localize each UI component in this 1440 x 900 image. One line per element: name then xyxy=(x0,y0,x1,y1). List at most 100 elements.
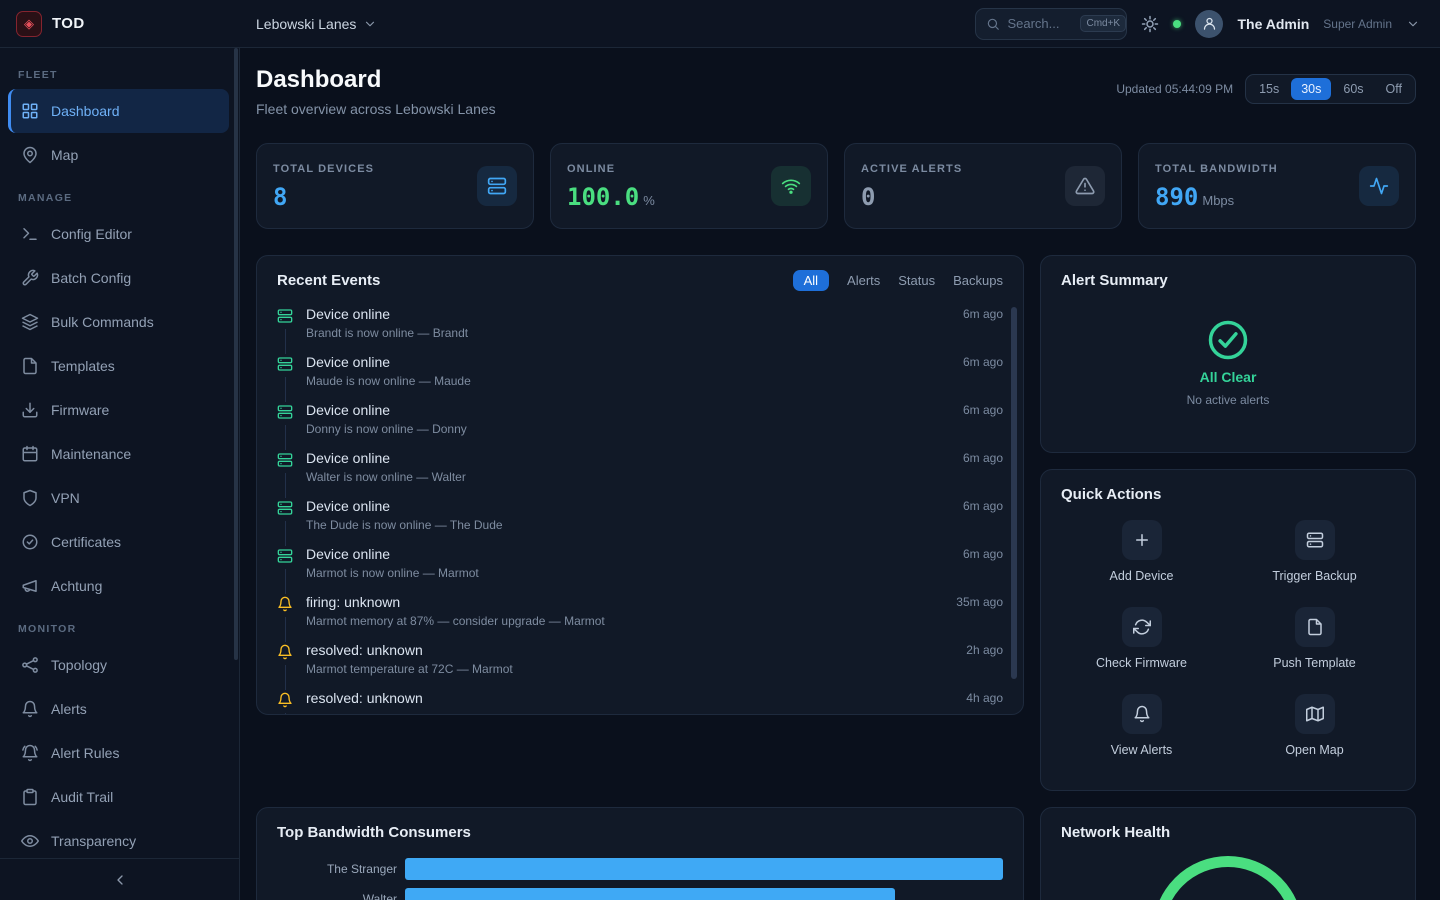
tab-alerts[interactable]: Alerts xyxy=(847,273,880,288)
sidebar-item-dashboard[interactable]: Dashboard xyxy=(8,89,229,133)
refresh-option-30s[interactable]: 30s xyxy=(1291,78,1331,100)
sidebar-item-audit-trail[interactable]: Audit Trail xyxy=(8,775,229,819)
event-title: Device online xyxy=(306,402,950,418)
quick-action-check-firmware[interactable]: Check Firmware xyxy=(1061,603,1222,674)
sidebar-item-transparency[interactable]: Transparency xyxy=(8,819,229,858)
user-name: The Admin xyxy=(1237,16,1309,32)
sidebar-item-templates[interactable]: Templates xyxy=(8,344,229,388)
tab-backups[interactable]: Backups xyxy=(953,273,1003,288)
clipboard-icon xyxy=(21,788,39,806)
sidebar-item-achtung[interactable]: Achtung xyxy=(8,564,229,608)
stat-card-total-bandwidth: TOTAL BANDWIDTH 890Mbps xyxy=(1138,143,1416,229)
search-box[interactable]: Cmd+K xyxy=(975,8,1127,40)
alert-status-detail: No active alerts xyxy=(1187,393,1270,407)
user-role: Super Admin xyxy=(1323,17,1392,31)
quick-actions-card: Quick Actions Add Device Trigger Backup … xyxy=(1040,469,1416,791)
alert-status-text: All Clear xyxy=(1200,369,1257,385)
topbar-right: Cmd+K The Admin Super Admin xyxy=(975,8,1440,40)
map-icon xyxy=(1295,694,1335,734)
org-selector[interactable]: Lebowski Lanes xyxy=(256,16,377,32)
stat-label: ONLINE xyxy=(567,163,655,175)
server-icon xyxy=(277,308,293,324)
bandwidth-bar xyxy=(405,858,1003,880)
refresh-option-15s[interactable]: 15s xyxy=(1249,78,1289,100)
bell-icon xyxy=(277,692,293,708)
events-scrollbar[interactable] xyxy=(1011,307,1017,679)
sidebar-collapse-button[interactable] xyxy=(0,858,239,900)
plus-icon xyxy=(1122,520,1162,560)
sidebar-section-monitor: Monitor Topology Alerts Alert Rules xyxy=(8,608,229,858)
sidebar-item-bulk-commands[interactable]: Bulk Commands xyxy=(8,300,229,344)
quick-action-open-map[interactable]: Open Map xyxy=(1234,690,1395,761)
stat-card-active-alerts: ACTIVE ALERTS 0 xyxy=(844,143,1122,229)
sidebar-item-alerts[interactable]: Alerts xyxy=(8,687,229,731)
sidebar-item-label: Transparency xyxy=(51,833,136,849)
file-icon xyxy=(21,357,39,375)
event-title: resolved: unknown xyxy=(306,690,953,706)
bell-icon xyxy=(1122,694,1162,734)
section-label-fleet: Fleet xyxy=(8,64,229,89)
sidebar-item-label: Templates xyxy=(51,358,115,374)
tab-all[interactable]: All xyxy=(793,270,829,291)
stat-label: TOTAL BANDWIDTH xyxy=(1155,163,1278,175)
main-content: Dashboard Fleet overview across Lebowski… xyxy=(240,48,1440,900)
bandwidth-row: The Stranger xyxy=(277,858,1003,880)
recent-events-title: Recent Events xyxy=(277,272,380,289)
event-row[interactable]: Device onlineThe Dude is now online — Th… xyxy=(277,497,1003,545)
user-menu-chevron-icon[interactable] xyxy=(1406,17,1420,31)
event-row[interactable]: Device onlineMarmot is now online — Marm… xyxy=(277,545,1003,593)
event-row[interactable]: resolved: unknown 4h ago xyxy=(277,689,1003,714)
refresh-interval-segmented-control: 15s 30s 60s Off xyxy=(1245,74,1416,104)
chevron-down-icon xyxy=(363,17,377,31)
quick-action-view-alerts[interactable]: View Alerts xyxy=(1061,690,1222,761)
sidebar-section-fleet: Fleet Dashboard Map xyxy=(8,64,229,177)
bandwidth-bar xyxy=(405,888,895,900)
quick-action-trigger-backup[interactable]: Trigger Backup xyxy=(1234,516,1395,587)
avatar[interactable] xyxy=(1195,10,1223,38)
theme-toggle-sun-icon[interactable] xyxy=(1141,15,1159,33)
sidebar-item-config-editor[interactable]: Config Editor xyxy=(8,212,229,256)
event-row[interactable]: Device onlineBrandt is now online — Bran… xyxy=(277,305,1003,353)
sidebar-item-firmware[interactable]: Firmware xyxy=(8,388,229,432)
brand-name: TOD xyxy=(52,15,85,32)
sidebar-item-alert-rules[interactable]: Alert Rules xyxy=(8,731,229,775)
refresh-option-off[interactable]: Off xyxy=(1376,78,1412,100)
quick-action-push-template[interactable]: Push Template xyxy=(1234,603,1395,674)
stat-label: TOTAL DEVICES xyxy=(273,163,374,175)
event-row[interactable]: Device onlineMaude is now online — Maude… xyxy=(277,353,1003,401)
sidebar-item-maintenance[interactable]: Maintenance xyxy=(8,432,229,476)
event-row[interactable]: firing: unknown Marmot memory at 87% — co… xyxy=(277,593,1003,641)
event-row[interactable]: Device onlineWalter is now online — Walt… xyxy=(277,449,1003,497)
sidebar-scrollbar[interactable] xyxy=(234,48,238,660)
map-pin-icon xyxy=(21,146,39,164)
sidebar-item-label: Bulk Commands xyxy=(51,314,154,330)
server-icon xyxy=(277,452,293,468)
event-title: firing: unknown xyxy=(306,594,943,610)
quick-action-add-device[interactable]: Add Device xyxy=(1061,516,1222,587)
sidebar-item-certificates[interactable]: Certificates xyxy=(8,520,229,564)
sidebar-item-batch-config[interactable]: Batch Config xyxy=(8,256,229,300)
event-row[interactable]: Device onlineDonny is now online — Donny… xyxy=(277,401,1003,449)
event-time: 6m ago xyxy=(963,403,1003,417)
stat-card-online: ONLINE 100.0% xyxy=(550,143,828,229)
stat-card-total-devices: TOTAL DEVICES 8 xyxy=(256,143,534,229)
check-circle-icon xyxy=(1207,319,1249,361)
sidebar-scroll-area: Fleet Dashboard Map Manage Config Edi xyxy=(0,48,239,858)
sidebar-item-topology[interactable]: Topology xyxy=(8,643,229,687)
event-detail: Walter is now online — Walter xyxy=(306,470,950,484)
tab-status[interactable]: Status xyxy=(898,273,935,288)
refresh-option-60s[interactable]: 60s xyxy=(1333,78,1373,100)
search-input[interactable] xyxy=(1007,16,1073,31)
event-detail: Marmot memory at 87% — consider upgrade … xyxy=(306,614,943,628)
org-name: Lebowski Lanes xyxy=(256,16,356,32)
stat-value: 8 xyxy=(273,183,287,211)
bandwidth-device-label: The Stranger xyxy=(277,862,397,876)
stat-value: 100.0 xyxy=(567,183,639,211)
section-label-monitor: Monitor xyxy=(8,608,229,643)
events-list: Device onlineBrandt is now online — Bran… xyxy=(257,303,1023,714)
event-row[interactable]: resolved: unknownMarmot temperature at 7… xyxy=(277,641,1003,689)
event-title: Device online xyxy=(306,498,950,514)
sidebar-item-vpn[interactable]: VPN xyxy=(8,476,229,520)
sidebar: Fleet Dashboard Map Manage Config Edi xyxy=(0,48,240,900)
sidebar-item-map[interactable]: Map xyxy=(8,133,229,177)
